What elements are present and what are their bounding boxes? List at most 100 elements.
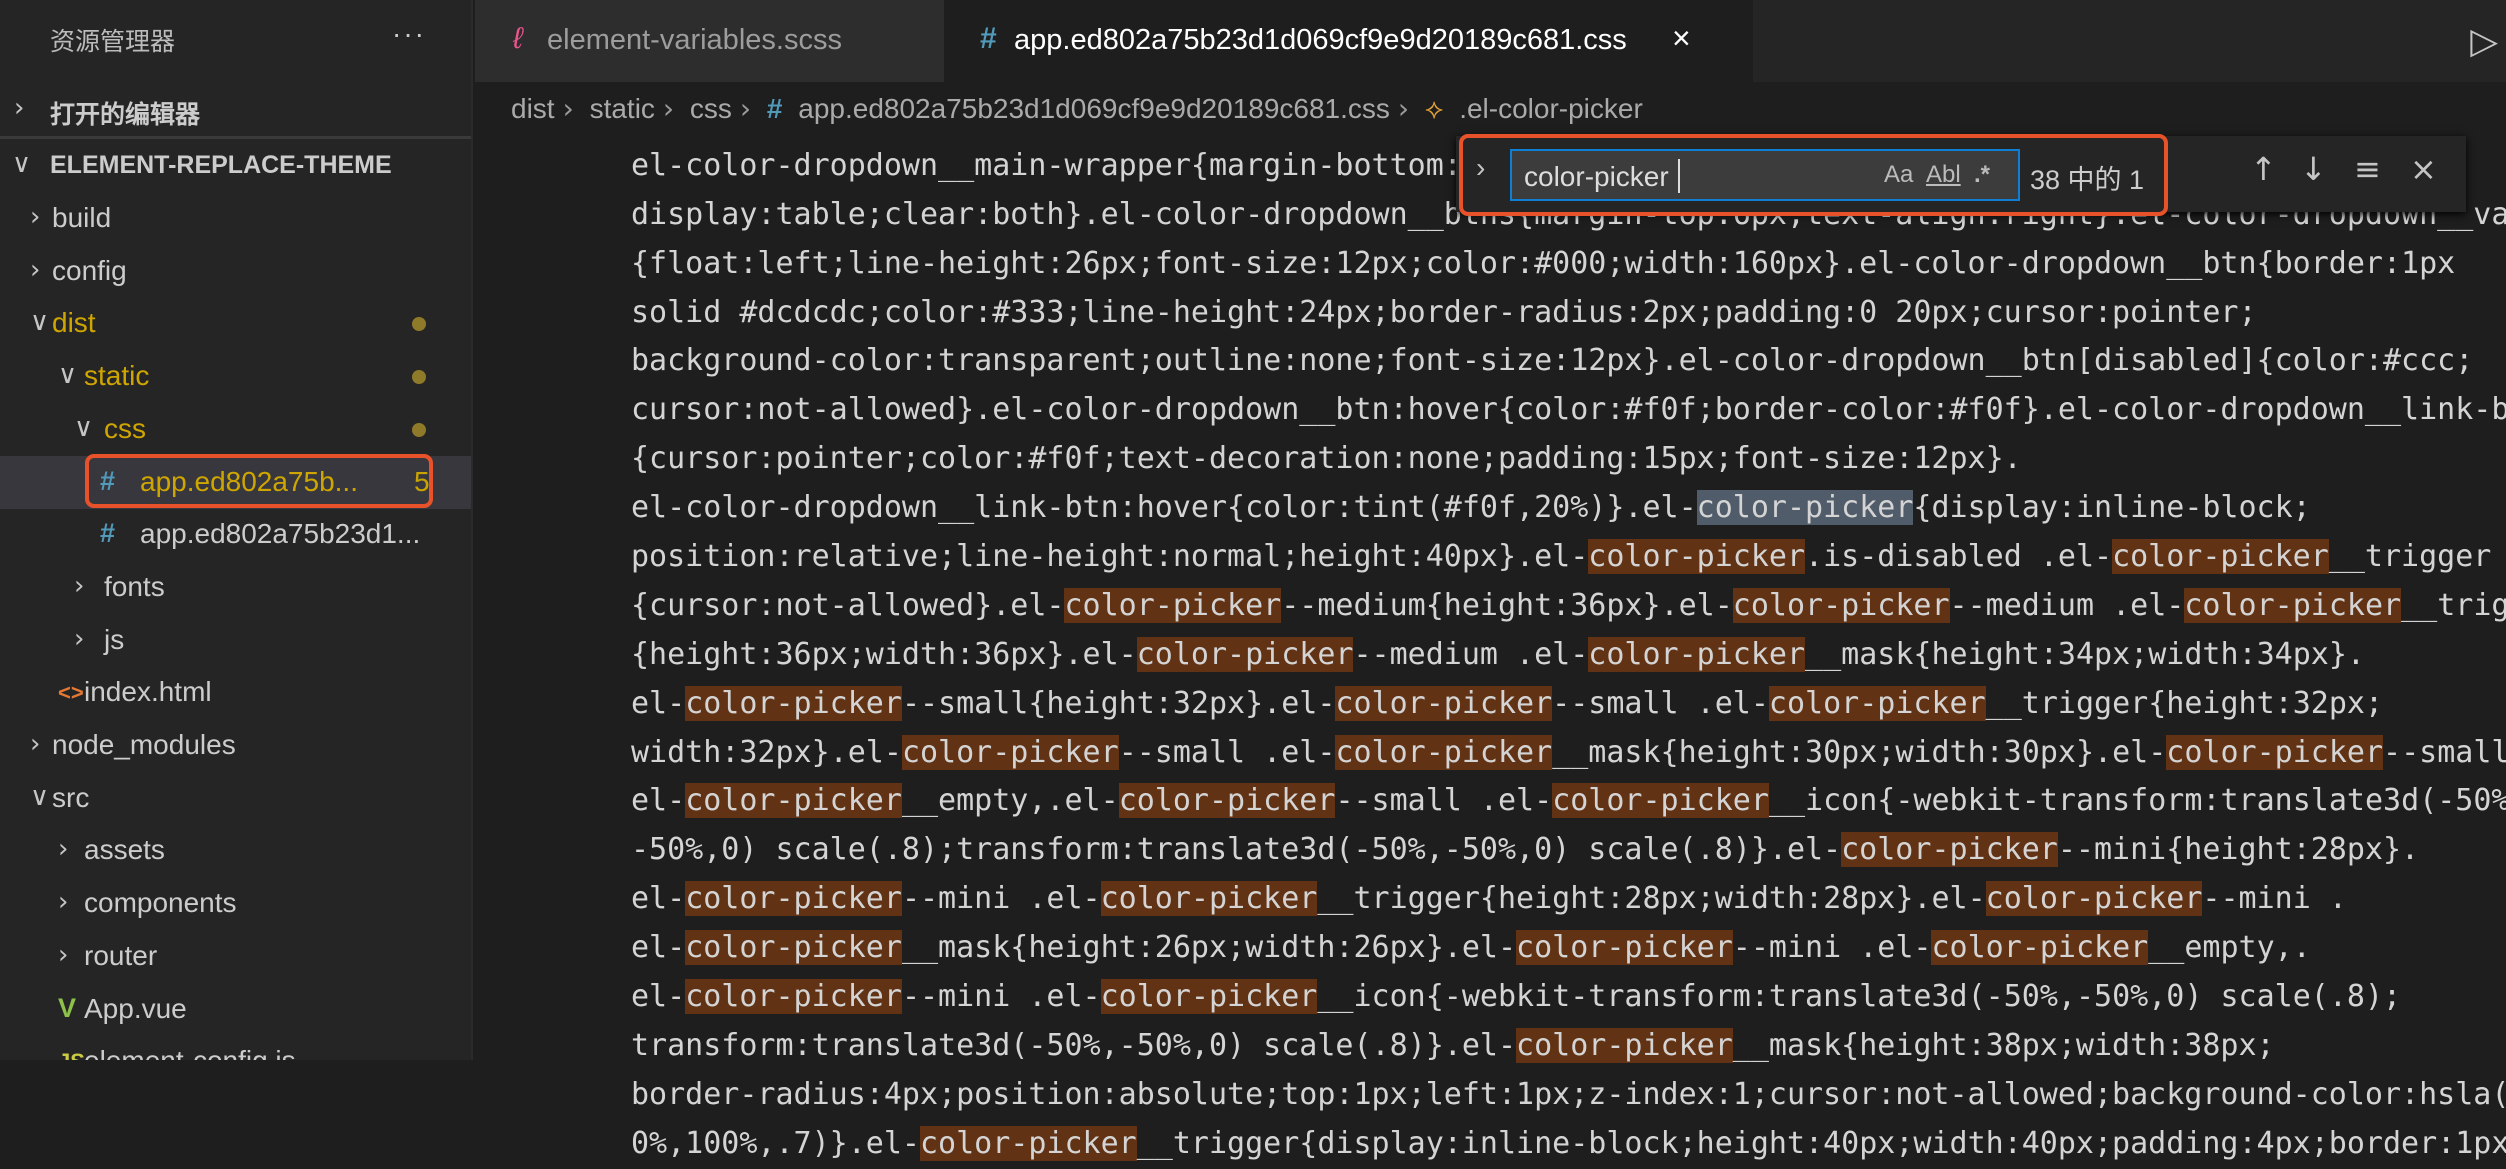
search-match: color-picker [1064,587,1282,623]
tree-item-config[interactable]: › config [0,245,471,298]
chevron-right-icon: › [662,92,675,125]
open-editors-section[interactable]: › 打开的编辑器 [0,83,471,136]
tree-item-label: static [84,360,150,392]
run-icon[interactable]: ▷ [2470,20,2498,62]
search-match: color-picker [685,881,902,917]
next-match-icon[interactable]: ↓ [2300,150,2327,188]
breadcrumb-dist[interactable]: dist [511,93,555,124]
tree-item-src[interactable]: ∨ src [0,772,471,825]
more-actions-icon[interactable]: ··· [392,18,426,50]
code-line: el-color-picker--mini .el-color-picker__… [631,979,2402,1015]
search-match: color-picker [1335,685,1553,721]
tree-item-js[interactable]: › js [0,614,471,667]
search-match: color-picker [2184,587,2402,623]
chevron-right-icon: › [74,570,85,601]
search-match: color-picker [2166,734,2384,770]
chevron-right-icon: › [58,887,69,918]
chevron-right-icon: › [30,729,41,759]
close-tab-icon[interactable]: × [1672,20,1691,57]
breadcrumb-css[interactable]: css [690,93,732,124]
code-line: el-color-picker__empty,.el-color-picker-… [631,783,2506,819]
tree-item-label: App.vue [84,992,187,1024]
code-line: -50%,0) scale(.8);transform:translate3d(… [631,832,2420,868]
tree-item-node-modules[interactable]: › node_modules [0,719,471,772]
tree-item-label: element-config.js [84,1045,296,1060]
search-match: color-picker [685,685,902,721]
tree-item-app-ed802a75b23d1-[interactable]: # app.ed802a75b23d1... [0,508,471,561]
search-match: color-picker [1588,636,1806,672]
code-line: border-radius:4px;position:absolute;top:… [631,1076,2506,1112]
code-line: el-color-picker--small{height:32px}.el-c… [631,685,2384,721]
search-match: color-picker [919,1125,1137,1161]
modified-dot-icon [412,317,426,332]
find-in-selection-icon[interactable]: ≡ [2354,150,2381,188]
project-label: ELEMENT-REPLACE-THEME [50,151,392,179]
search-match: color-picker [1732,587,1950,623]
breadcrumb-symbol[interactable]: .el-color-picker [1459,93,1643,124]
tree-item-label: router [84,939,158,971]
tab-element-variables-scss[interactable]: ℓ element-variables.scss [475,0,944,82]
search-match: color-picker [2112,539,2329,575]
code-line: background-color:transparent;outline:non… [631,343,2474,379]
tree-item-components[interactable]: › components [0,877,471,930]
tab-app-css[interactable]: # app.ed802a75b23d1d069cf9e9d20189c681.c… [944,0,1753,82]
chevron-right-icon: › [30,254,41,285]
code-editor[interactable]: el-color-alpha-slider__thumb{left:0;top:… [631,93,2506,1169]
tree-item-label: src [52,781,90,813]
search-match: color-picker [1841,832,2058,868]
code-line: solid #dcdcdc;color:#333;line-height:24p… [631,294,2257,330]
tree-item-label: index.html [84,676,212,708]
symbol-class-icon: ⟡ [1424,93,1444,124]
search-match: color-picker [1931,930,2149,966]
search-match: color-picker [1588,539,1806,575]
tree-item-label: assets [84,834,165,866]
code-line: el-color-picker__mask{height:26px;width:… [631,930,2311,966]
tree-item-assets[interactable]: › assets [0,824,471,877]
search-match: color-picker [685,979,902,1015]
close-find-icon[interactable]: × [2410,150,2437,188]
code-line: 0%,100%,.7)}.el-color-picker__trigger{di… [631,1125,2506,1161]
open-editors-label: 打开的编辑器 [50,101,201,129]
previous-match-icon[interactable]: ↑ [2250,150,2277,188]
explorer-title: 资源管理器 [50,28,176,56]
tree-item-dist[interactable]: ∨ dist [0,297,471,350]
chevron-right-icon: › [74,623,85,654]
breadcrumb: dist › static › css › # app.ed802a75b23d1d0… [475,82,2506,135]
search-match: color-picker [1100,881,1318,917]
code-line: position:relative;line-height:normal;hei… [631,539,2492,575]
project-section[interactable]: ∨ ELEMENT-REPLACE-THEME [0,139,471,192]
js-file-icon: JS [58,1049,85,1060]
chevron-down-icon: ∨ [12,149,32,179]
code-line: {cursor:pointer;color:#f0f;text-decorati… [631,441,2022,477]
search-match: color-picker [685,930,902,966]
code-line: el-color-dropdown__link-btn:hover{color:… [631,490,2311,526]
chevron-right-icon: › [58,939,69,970]
tree-item-label: config [52,254,127,286]
tree-item-element-config-js[interactable]: JSelement-config.js [0,1035,471,1060]
css-hash-icon: # [980,22,997,55]
tab-label: element-variables.scss [547,24,842,56]
highlight-outline [85,454,433,508]
search-match: color-picker [1516,1027,1733,1063]
breadcrumb-file[interactable]: app.ed802a75b23d1d069cf9e9d20189c681.css [798,93,1390,124]
breadcrumb-static[interactable]: static [590,93,655,124]
sass-icon: ℓ [513,22,523,55]
chevron-right-icon: › [14,93,25,123]
tree-item-build[interactable]: › build [0,192,471,245]
tree-item-router[interactable]: › router [0,930,471,983]
tree-item-css[interactable]: ∨ css [0,403,471,456]
chevron-down-icon: ∨ [30,781,50,812]
tree-item-label: dist [52,307,96,339]
tree-item-label: js [104,623,125,655]
code-line: cursor:not-allowed}.el-color-dropdown__b… [631,392,2506,428]
chevron-down-icon: ∨ [30,307,50,338]
tree-item-fonts[interactable]: › fonts [0,561,471,614]
tree-item-static[interactable]: ∨ static [0,350,471,403]
chevron-right-icon: › [1397,92,1410,125]
tab-bar: ℓ element-variables.scss # app.ed802a75b… [475,0,2506,82]
tree-item-label: css [104,412,146,444]
tree-item-app-vue[interactable]: V App.vue [0,983,471,1036]
tree-item-index-html[interactable]: <> index.html [0,666,471,719]
chevron-right-icon: › [739,92,752,125]
search-match: color-picker [1100,979,1318,1015]
